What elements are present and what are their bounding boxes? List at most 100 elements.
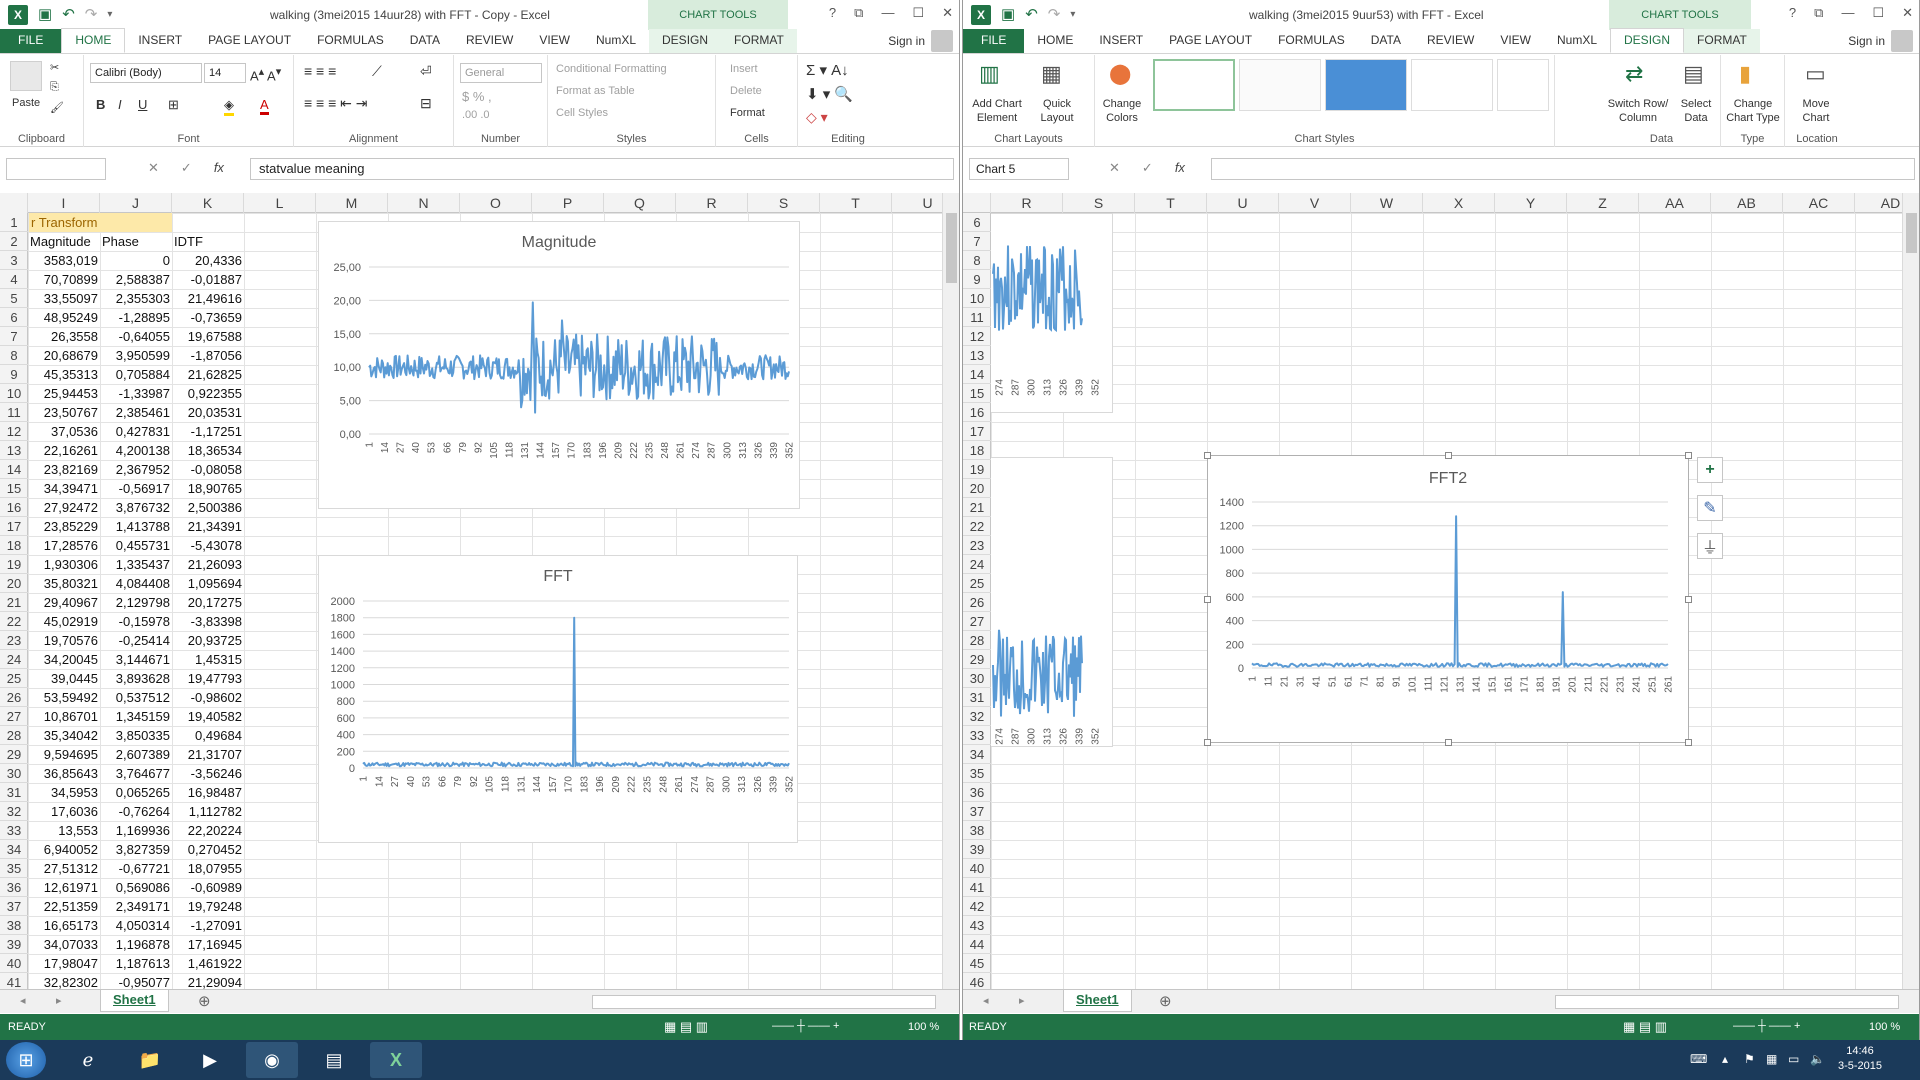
table-cell[interactable]: -0,60989 — [172, 878, 242, 897]
row-header[interactable]: 10 — [0, 384, 28, 403]
table-cell[interactable]: 2,588387 — [100, 270, 170, 289]
column-header[interactable]: K — [172, 193, 244, 213]
resize-handle[interactable] — [1204, 596, 1211, 603]
row-header[interactable]: 21 — [963, 498, 991, 517]
table-cell[interactable]: 1,413788 — [100, 517, 170, 536]
maximize-icon[interactable]: ☐ — [1872, 5, 1884, 21]
row-header[interactable]: 41 — [963, 878, 991, 897]
fft-chart[interactable]: FFT 0 200 400 600 800 1000 1200 1400 1600 1800 200… — [318, 555, 798, 843]
table-cell[interactable]: 17,16945 — [172, 935, 242, 954]
tab-formulas[interactable]: FORMULAS — [1265, 29, 1358, 53]
table-cell[interactable]: 32,82302 — [28, 973, 98, 989]
paste-button[interactable]: Paste — [12, 97, 40, 109]
row-header[interactable]: 12 — [963, 327, 991, 346]
partial-chart-top[interactable]: 274 287 300 313 326 339 352 — [991, 213, 1113, 413]
volume-icon[interactable]: 🔈 — [1810, 1052, 1825, 1066]
add-chart-element-button[interactable]: Add Chart Element — [967, 97, 1027, 125]
table-cell[interactable]: 4,084408 — [100, 574, 170, 593]
close-icon[interactable]: ✕ — [1902, 5, 1913, 21]
tab-design[interactable]: DESIGN — [649, 29, 722, 53]
table-cell[interactable]: 23,50767 — [28, 403, 98, 422]
row-header[interactable]: 19 — [0, 555, 28, 574]
table-cell[interactable]: 17,6036 — [28, 802, 98, 821]
row-header[interactable]: 22 — [963, 517, 991, 536]
font-size-combo[interactable]: 14 — [204, 63, 246, 83]
table-cell[interactable]: 0,427831 — [100, 422, 170, 441]
formula-input[interactable]: statvalue meaning — [250, 158, 954, 180]
table-cell[interactable]: 2,349171 — [100, 897, 170, 916]
column-header[interactable]: O — [460, 193, 532, 213]
avatar[interactable] — [1891, 30, 1913, 52]
table-cell[interactable]: 3,764677 — [100, 764, 170, 783]
table-cell[interactable]: 39,0445 — [28, 669, 98, 688]
column-header[interactable]: Y — [1495, 193, 1567, 213]
row-header[interactable]: 35 — [963, 764, 991, 783]
row-header[interactable]: 30 — [963, 669, 991, 688]
table-cell[interactable]: -3,56246 — [172, 764, 242, 783]
resize-handle[interactable] — [1204, 452, 1211, 459]
move-chart-button[interactable]: Move Chart — [1791, 97, 1841, 125]
row-header[interactable]: 16 — [0, 498, 28, 517]
table-cell[interactable]: 1,187613 — [100, 954, 170, 973]
row-header[interactable]: 33 — [0, 821, 28, 840]
row-header[interactable]: 26 — [0, 688, 28, 707]
conditional-formatting-button[interactable]: Conditional Formatting — [556, 63, 667, 75]
table-cell[interactable]: -1,27091 — [172, 916, 242, 935]
table-cell[interactable]: -0,76264 — [100, 802, 170, 821]
enter-icon[interactable]: ✓ — [181, 160, 192, 176]
row-header[interactable]: 38 — [963, 821, 991, 840]
row-header[interactable]: 36 — [0, 878, 28, 897]
table-cell[interactable]: 16,65173 — [28, 916, 98, 935]
tab-view[interactable]: VIEW — [1487, 29, 1544, 53]
zoom-slider[interactable]: —— ┼ —— + — [1733, 1020, 1800, 1032]
column-header[interactable]: T — [1135, 193, 1207, 213]
table-cell[interactable]: 35,80321 — [28, 574, 98, 593]
align-top-icon[interactable]: ≡ ≡ ≡ — [304, 63, 336, 79]
row-header[interactable]: 18 — [0, 536, 28, 555]
table-cell[interactable]: 1,335437 — [100, 555, 170, 574]
sheet-prev-icon[interactable]: ◂ — [983, 994, 989, 1007]
row-header[interactable]: 8 — [963, 251, 991, 270]
row-header[interactable]: 10 — [963, 289, 991, 308]
zoom-level[interactable]: 100 % — [1869, 1021, 1900, 1033]
cancel-icon[interactable]: ✕ — [1109, 160, 1120, 176]
change-colors-button[interactable]: Change Colors — [1097, 97, 1147, 125]
table-cell[interactable]: -0,15978 — [100, 612, 170, 631]
table-cell[interactable]: 1,45315 — [172, 650, 242, 669]
row-header[interactable]: 23 — [963, 536, 991, 555]
row-header[interactable]: 2 — [0, 232, 28, 251]
row-header[interactable]: 7 — [963, 232, 991, 251]
quick-layout-icon[interactable]: ▦ — [1041, 61, 1062, 87]
column-header[interactable]: R — [991, 193, 1063, 213]
row-header[interactable]: 40 — [0, 954, 28, 973]
table-cell[interactable]: -0,25414 — [100, 631, 170, 650]
resize-handle[interactable] — [1445, 452, 1452, 459]
column-header[interactable]: Q — [604, 193, 676, 213]
sign-in-link[interactable]: Sign in — [888, 34, 925, 48]
add-chart-element-icon[interactable]: ▥ — [979, 61, 1000, 87]
tab-home[interactable]: HOME — [61, 28, 126, 53]
row-header[interactable]: 12 — [0, 422, 28, 441]
row-header[interactable]: 31 — [963, 688, 991, 707]
table-cell[interactable]: 4,200138 — [100, 441, 170, 460]
tab-format[interactable]: FORMAT — [1684, 29, 1760, 53]
table-cell[interactable]: -5,43078 — [172, 536, 242, 555]
table-cell[interactable]: 20,03531 — [172, 403, 242, 422]
tab-numxl[interactable]: NumXL — [583, 29, 649, 53]
start-button[interactable]: ⊞ — [6, 1042, 46, 1078]
row-header[interactable]: 32 — [0, 802, 28, 821]
resize-handle[interactable] — [1445, 739, 1452, 746]
row-header[interactable]: 13 — [0, 441, 28, 460]
table-cell[interactable]: 21,26093 — [172, 555, 242, 574]
network-icon[interactable]: ▦ — [1766, 1052, 1777, 1066]
row-header[interactable]: 5 — [0, 289, 28, 308]
tab-design[interactable]: DESIGN — [1610, 28, 1685, 53]
tab-page-layout[interactable]: PAGE LAYOUT — [1156, 29, 1265, 53]
row-header[interactable]: 21 — [0, 593, 28, 612]
column-header[interactable]: L — [244, 193, 316, 213]
close-icon[interactable]: ✕ — [942, 5, 953, 21]
table-cell[interactable]: 36,85643 — [28, 764, 98, 783]
tab-view[interactable]: VIEW — [526, 29, 583, 53]
table-cell[interactable]: 0 — [100, 251, 170, 270]
redo-icon[interactable]: ↷ — [85, 5, 98, 25]
